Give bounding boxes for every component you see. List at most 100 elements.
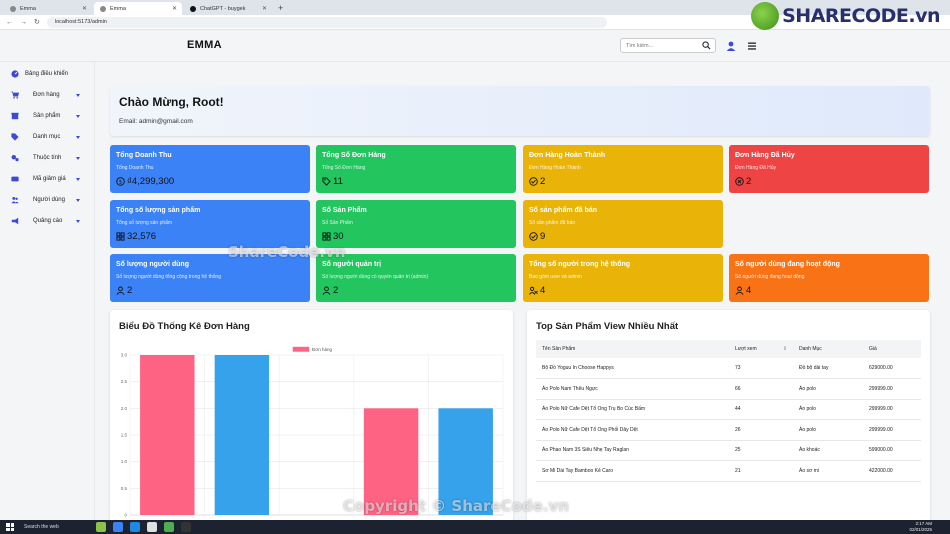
- windows-start-icon[interactable]: [6, 523, 14, 531]
- stat-card-products-sold: Số sản phẩm đã bán Số sản phẩm đã bán 9: [523, 200, 723, 248]
- sidebar-item-users[interactable]: Người dùng: [0, 193, 95, 207]
- os-taskbar: Search the web 2:17 AM 02/01/2025: [0, 520, 950, 534]
- close-tab-icon[interactable]: ✕: [262, 5, 267, 12]
- logo-text: SHARECODE.vn: [782, 5, 940, 27]
- table-row[interactable]: Sơ Mi Dài Tay Bamboo Kẻ Caro 21 Áo sơ mi…: [536, 460, 921, 482]
- chevron-down-icon[interactable]: [76, 177, 80, 181]
- card-title: Tổng số người trong hệ thống: [529, 261, 631, 268]
- reload-icon[interactable]: ↻: [34, 18, 40, 26]
- clock-date: 02/01/2025: [909, 527, 932, 532]
- browser-tab[interactable]: Emma ✕: [4, 2, 92, 15]
- card-value-row: 9: [529, 231, 545, 242]
- chevron-down-icon[interactable]: [76, 114, 80, 118]
- y-tick-label: 0.5: [121, 486, 128, 491]
- search-input[interactable]: [621, 39, 697, 52]
- grid-icon: [116, 232, 125, 241]
- cell-name: Bộ Đồ Yoguu In Choose Happys: [536, 358, 729, 379]
- sidebar-item-attributes[interactable]: Thuộc tính: [0, 151, 95, 165]
- sidebar-item-products[interactable]: Sản phẩm: [0, 109, 95, 123]
- chrome-icon[interactable]: [164, 522, 174, 532]
- sidebar-item-dashboard[interactable]: Bảng điều khiển: [0, 67, 95, 81]
- cell-views: 73: [729, 358, 793, 379]
- chevron-down-icon[interactable]: [76, 93, 80, 97]
- card-value-row: 32,576: [116, 231, 156, 242]
- y-tick-label: 3.0: [121, 353, 128, 358]
- svg-text:$: $: [119, 179, 122, 185]
- cell-views: 25: [729, 440, 793, 461]
- users-icon: [11, 196, 19, 204]
- order-chart: 3.0 2.5 2.0 1.5 1.0 0.5 0 Đơn hàng: [121, 346, 504, 518]
- vscode-icon[interactable]: [130, 522, 140, 532]
- stat-card-cancelled-orders: Đơn Hàng Đã Hủy Đơn Hàng Đã Hủy 2: [729, 145, 929, 193]
- cell-price: 629000.00: [863, 358, 921, 379]
- sharecode-logo: SHARECODE.vn: [751, 2, 940, 30]
- sort-icon[interactable]: ⇕: [783, 346, 787, 352]
- card-value-row: 2: [116, 285, 132, 296]
- sidebar-item-coupons[interactable]: Mã giảm giá: [0, 172, 95, 186]
- column-header-category[interactable]: Danh Mục: [793, 340, 863, 358]
- column-header-price[interactable]: Giá: [863, 340, 921, 358]
- app-icon[interactable]: [96, 522, 106, 532]
- cell-price: 299999.00: [863, 378, 921, 400]
- favicon-icon: [10, 5, 16, 12]
- new-tab-icon[interactable]: +: [278, 2, 283, 15]
- cogs-icon: [11, 154, 19, 162]
- ticket-icon: [11, 176, 19, 182]
- taskbar-clock[interactable]: 2:17 AM 02/01/2025: [909, 521, 932, 533]
- app-icon[interactable]: [147, 522, 157, 532]
- card-value-row: 2: [735, 176, 751, 187]
- table-row[interactable]: Bộ Đồ Yoguu In Choose Happys 73 Đồ bộ dà…: [536, 358, 921, 379]
- forward-icon[interactable]: →: [20, 19, 27, 26]
- menu-icon[interactable]: [748, 42, 756, 50]
- chatgpt-favicon-icon: [190, 5, 196, 12]
- card-subtitle: Số người dùng đang hoạt động: [735, 274, 805, 280]
- search-box: [620, 38, 716, 53]
- watermark-center: ShareCode.vn: [228, 243, 346, 261]
- user-icon[interactable]: [726, 41, 736, 51]
- sidebar-item-ads[interactable]: Quảng cáo: [0, 214, 95, 228]
- url-field[interactable]: localhost:5173/admin: [46, 16, 607, 28]
- chevron-down-icon[interactable]: [76, 219, 80, 223]
- top-products-panel: Top Sản Phẩm View Nhiều Nhất Tên Sản Phẩ…: [527, 310, 930, 525]
- stat-card-admin-count: Số người quản trị Số lượng người dùng có…: [316, 254, 516, 302]
- user-icon: [322, 286, 331, 295]
- browser-tab[interactable]: ChatGPT - buygek ✕: [184, 2, 272, 15]
- cell-views: 26: [729, 419, 793, 441]
- terminal-icon[interactable]: [181, 522, 191, 532]
- brand-logo[interactable]: EMMA: [187, 39, 222, 51]
- tab-title: Emma: [20, 5, 36, 12]
- sidebar-item-orders[interactable]: Đơn hàng: [0, 88, 95, 102]
- table-row[interactable]: Áo Polo Nữ Cafe Dệt Tổ Ong Phối Dây Dệt …: [536, 419, 921, 441]
- stat-card-total-people: Tổng số người trong hệ thống Bao gồm use…: [523, 254, 723, 302]
- watermark-bottom: Copyright © ShareCode.vn: [343, 497, 569, 515]
- card-value: 4: [746, 285, 752, 296]
- column-header-views[interactable]: Lượt xem ⇕: [729, 340, 793, 358]
- sidebar-item-categories[interactable]: Danh mục: [0, 130, 95, 144]
- chevron-down-icon[interactable]: [76, 198, 80, 202]
- browser-tab-active[interactable]: Emma ✕: [94, 2, 182, 15]
- table-row[interactable]: Áo Polo Nam Thêu Ngực 66 Áo polo 299999.…: [536, 378, 921, 400]
- table-row[interactable]: Áo Polo Nữ Cafe Dệt Tổ Ong Trụ Bo Cúc Bấ…: [536, 399, 921, 420]
- card-subtitle: Tổng Số Đơn Hàng: [322, 165, 366, 171]
- taskbar-search[interactable]: Search the web: [24, 524, 59, 530]
- close-tab-icon[interactable]: ✕: [172, 5, 177, 12]
- sidebar-item-label: Đơn hàng: [33, 92, 60, 98]
- back-icon[interactable]: ←: [6, 19, 13, 26]
- y-tick-label: 2.0: [121, 406, 128, 411]
- column-header-label: Lượt xem: [735, 346, 757, 352]
- card-title: Số người quản trị: [322, 261, 382, 268]
- close-tab-icon[interactable]: ✕: [82, 5, 87, 12]
- app-icon[interactable]: [113, 522, 123, 532]
- table-row[interactable]: Áo Phao Nam 3S Siêu Nhẹ Tay Raglan 25 Áo…: [536, 440, 921, 461]
- chevron-down-icon[interactable]: [76, 135, 80, 139]
- card-value: ₫4,299,300: [127, 176, 175, 187]
- megaphone-icon: [11, 217, 19, 225]
- card-title: Số sản phẩm đã bán: [529, 207, 598, 214]
- cell-name: Áo Polo Nam Thêu Ngực: [536, 378, 729, 400]
- logo-ball-icon: [751, 2, 780, 30]
- chevron-down-icon[interactable]: [76, 156, 80, 160]
- column-header-name[interactable]: Tên Sản Phẩm: [536, 340, 729, 358]
- search-icon[interactable]: [702, 41, 711, 50]
- card-subtitle: Số lượng người dùng tổng cộng trong hệ t…: [116, 274, 221, 280]
- card-value-row: 4: [529, 285, 545, 296]
